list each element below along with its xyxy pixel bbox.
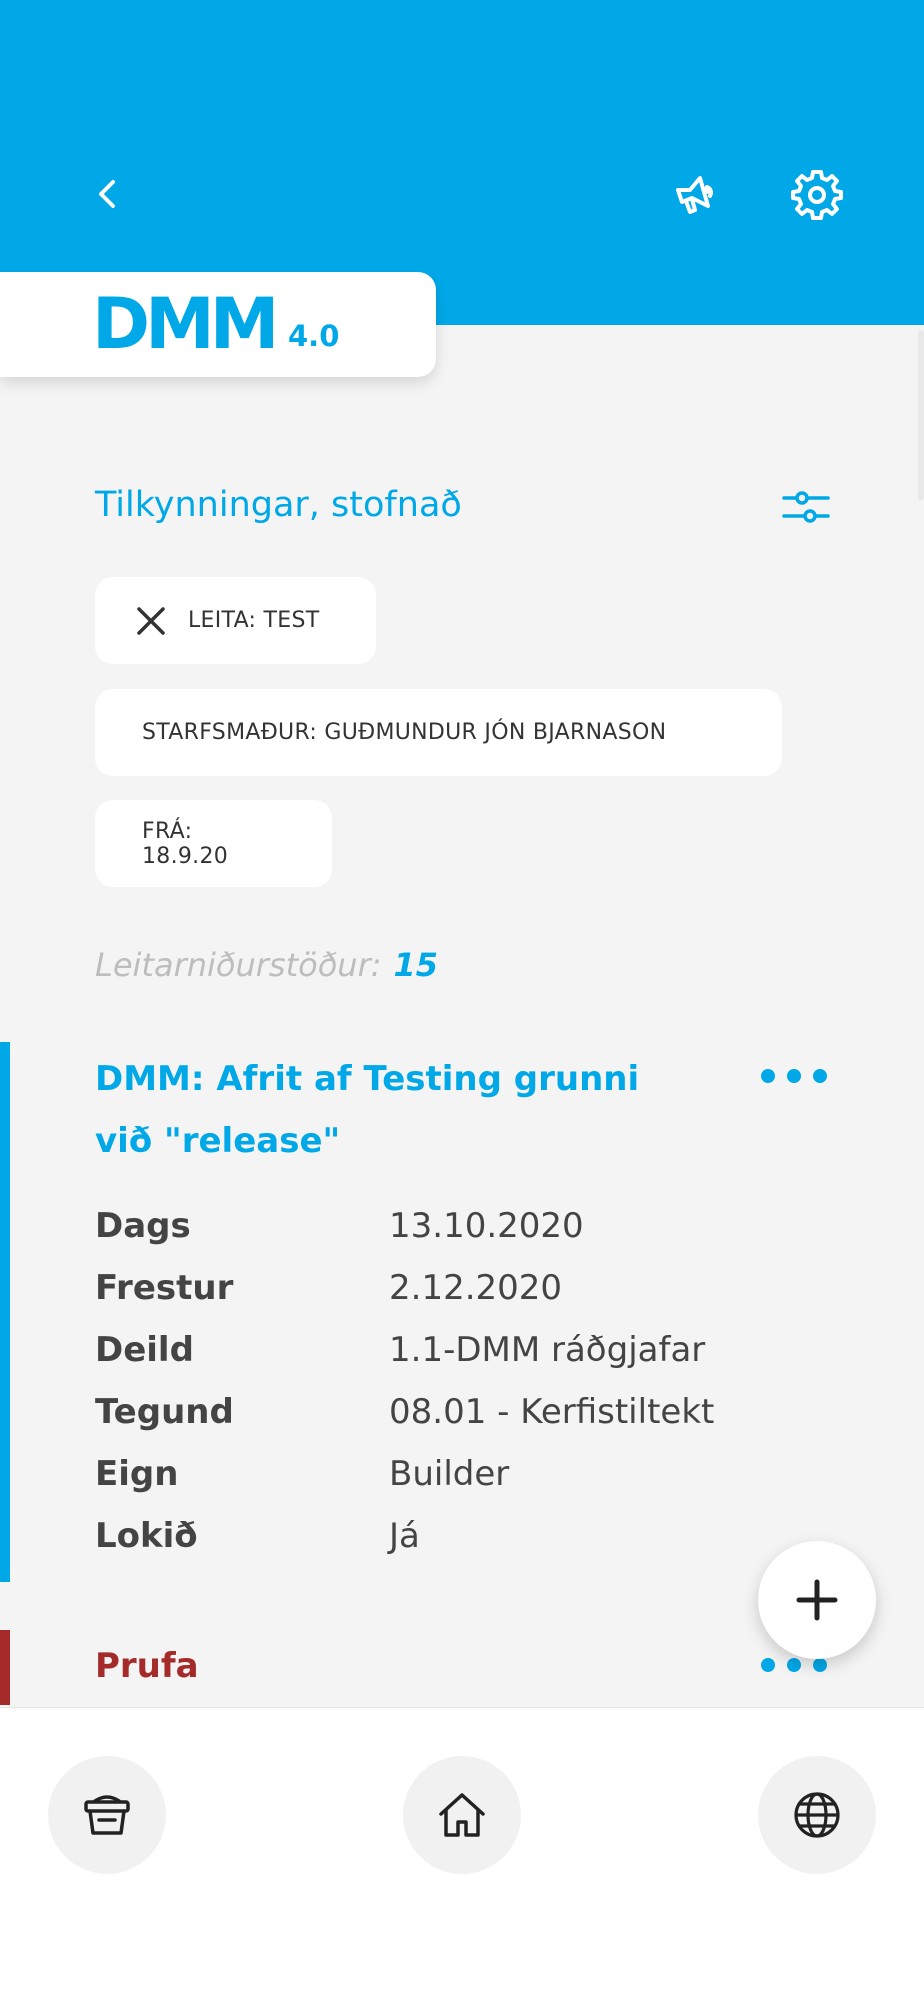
logo-version: 4.0 — [288, 319, 340, 353]
more-dots-icon — [761, 1069, 827, 1083]
settings-button[interactable] — [777, 154, 857, 234]
filter-button[interactable] — [772, 478, 840, 534]
item-title[interactable]: Prufa — [95, 1642, 199, 1690]
field-label: Lokið — [95, 1516, 198, 1556]
field-label: Tegund — [95, 1392, 234, 1432]
field-value: 13.10.2020 — [389, 1206, 584, 1246]
back-button[interactable] — [67, 154, 147, 234]
results-label: Leitarniðurstöður: — [95, 946, 382, 984]
chevron-left-icon — [99, 180, 115, 208]
filter-chip-label: STARFSMAÐUR: GUÐMUNDUR JÓN BJARNASON — [142, 720, 667, 745]
plus-icon — [796, 1579, 838, 1621]
field-row-type: Tegund 08.01 - Kerfistiltekt — [95, 1381, 714, 1443]
field-label: Deild — [95, 1330, 194, 1370]
nav-home-button[interactable] — [403, 1756, 521, 1874]
field-row-deadline: Frestur 2.12.2020 — [95, 1257, 714, 1319]
announcements-button[interactable] — [658, 154, 738, 234]
home-icon — [439, 1793, 485, 1837]
item-more-button[interactable] — [751, 1051, 837, 1101]
gear-icon — [791, 170, 843, 220]
field-value: 2.12.2020 — [389, 1268, 563, 1308]
field-label: Frestur — [95, 1268, 234, 1308]
nav-globe-button[interactable] — [758, 1756, 876, 1874]
filter-chip-employee[interactable]: STARFSMAÐUR: GUÐMUNDUR JÓN BJARNASON — [95, 689, 782, 776]
field-label: Eign — [95, 1454, 179, 1494]
logo-text: DMM — [92, 283, 279, 365]
screen: DMM 4.0 Tilkynningar, stofnað LEITA: TES… — [0, 0, 924, 2000]
field-label: Dags — [95, 1206, 191, 1246]
field-row-asset: Eign Builder — [95, 1443, 714, 1505]
megaphone-icon — [676, 176, 713, 214]
filter-chip-label: FRÁ: 18.9.20 — [142, 818, 229, 869]
more-dots-icon — [761, 1658, 827, 1672]
field-value: 08.01 - Kerfistiltekt — [389, 1392, 715, 1432]
filter-chip-label: LEITA: TEST — [188, 608, 320, 633]
sliders-icon — [782, 491, 830, 523]
item-details: Dags 13.10.2020 Frestur 2.12.2020 Deild … — [95, 1195, 714, 1567]
bottom-navigation — [0, 1707, 924, 2000]
filter-chip-date[interactable]: FRÁ: 18.9.20 — [95, 800, 332, 887]
globe-icon — [794, 1792, 840, 1838]
field-row-department: Deild 1.1-DMM ráðgjafar — [95, 1319, 714, 1381]
scrollbar[interactable] — [918, 330, 924, 500]
field-row-date: Dags 13.10.2020 — [95, 1195, 714, 1257]
basket-icon — [84, 1795, 130, 1835]
page-title: Tilkynningar, stofnað — [95, 485, 462, 525]
results-count: 15 — [393, 946, 439, 984]
item-accent-bar — [0, 1630, 10, 1705]
close-icon[interactable] — [135, 605, 167, 637]
item-accent-bar — [0, 1042, 10, 1582]
filter-chip-search[interactable]: LEITA: TEST — [95, 577, 376, 664]
field-value: Já — [389, 1516, 420, 1556]
nav-basket-button[interactable] — [48, 1756, 166, 1874]
field-value: 1.1-DMM ráðgjafar — [389, 1330, 706, 1370]
results-summary: Leitarniðurstöður: 15 — [95, 943, 438, 987]
item-title[interactable]: DMM: Afrit af Testing grunni við "releas… — [95, 1048, 705, 1172]
add-button[interactable] — [758, 1541, 876, 1659]
field-value: Builder — [389, 1454, 510, 1494]
field-row-done: Lokið Já — [95, 1505, 714, 1567]
logo-card: DMM 4.0 — [0, 272, 436, 377]
